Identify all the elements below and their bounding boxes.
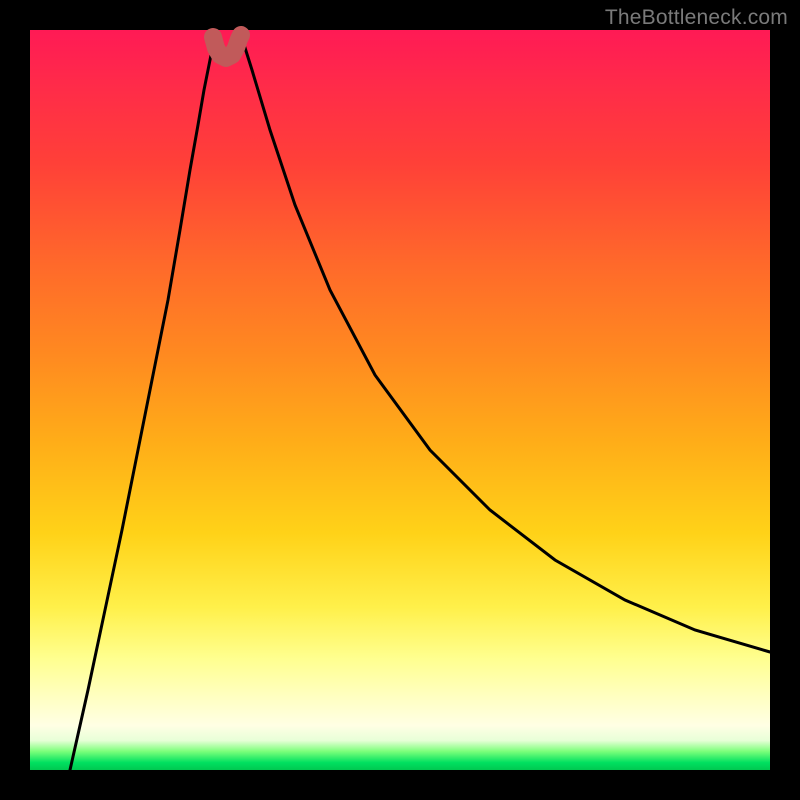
plot-area [30,30,770,770]
curve-right-branch [213,35,770,652]
bottleneck-marker-icon [213,35,241,58]
curve-left-branch [70,35,241,770]
watermark-text: TheBottleneck.com [605,6,788,30]
chart-frame: TheBottleneck.com [0,0,800,800]
curve-layer [30,30,770,770]
